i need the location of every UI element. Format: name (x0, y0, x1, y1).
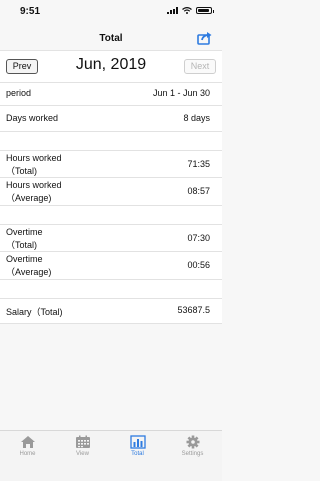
hours-average-label: Hours worked (6, 180, 62, 190)
tab-view[interactable]: View (55, 435, 110, 465)
tab-home-label: Home (19, 451, 36, 457)
battery-icon (196, 7, 214, 14)
days-worked-row: Days worked 8 days (0, 107, 222, 131)
bar-chart-icon (129, 435, 146, 449)
period-label: period (6, 88, 32, 98)
tab-total-label: Total (131, 451, 144, 457)
overtime-total-value: 07:30 (187, 233, 210, 243)
home-icon (20, 436, 35, 448)
tab-settings[interactable]: Settings (165, 435, 220, 465)
hours-average-row: Hours worked （Average) 08:57 (0, 178, 222, 205)
hours-total-value: 71:35 (187, 159, 210, 169)
tab-bar: Home View Total Settings (0, 430, 222, 481)
hours-average-sublabel: （Average) (6, 193, 52, 203)
overtime-average-row: Overtime （Average) 00:56 (0, 252, 222, 279)
period-value: Jun 1 - Jun 30 (152, 88, 210, 98)
overtime-average-value: 00:56 (187, 260, 210, 270)
salary-row: Salary（Total) 53687.5 (0, 299, 222, 323)
hours-total-label: Hours worked (6, 153, 62, 163)
overtime-total-row: Overtime （Total) 07:30 (0, 225, 222, 251)
overtime-average-sublabel: （Average) (6, 267, 52, 277)
page-title: Total (99, 33, 123, 44)
month-selector: Prev Jun, 2019 Next (0, 50, 222, 83)
status-bar: 9:51 (0, 0, 222, 28)
hours-total-row: Hours worked （Total) 71:35 (0, 151, 222, 177)
tab-view-label: View (76, 451, 89, 457)
share-icon[interactable] (197, 31, 213, 45)
calendar-icon (75, 435, 90, 448)
next-month-button[interactable]: Next (184, 59, 216, 74)
status-icons (167, 7, 214, 14)
tab-settings-label: Settings (181, 451, 204, 457)
hours-average-value: 08:57 (187, 186, 210, 196)
tab-home[interactable]: Home (0, 435, 55, 465)
wifi-icon (182, 7, 192, 14)
overtime-average-label: Overtime (6, 254, 43, 264)
salary-value: 53687.5 (177, 305, 210, 315)
divider (0, 323, 222, 324)
period-row: period Jun 1 - Jun 30 (0, 83, 222, 105)
navigation-bar: Total (0, 28, 222, 50)
tab-total[interactable]: Total (110, 435, 165, 465)
days-worked-value: 8 days (183, 113, 210, 123)
hours-total-sublabel: （Total) (6, 166, 38, 176)
days-worked-label: Days worked (6, 113, 59, 123)
overtime-total-label: Overtime (6, 227, 43, 237)
salary-label: Salary（Total) (6, 307, 63, 317)
signal-icon (167, 7, 178, 14)
status-time: 9:51 (20, 6, 41, 17)
overtime-total-sublabel: （Total) (6, 240, 38, 250)
gear-icon (186, 435, 199, 449)
